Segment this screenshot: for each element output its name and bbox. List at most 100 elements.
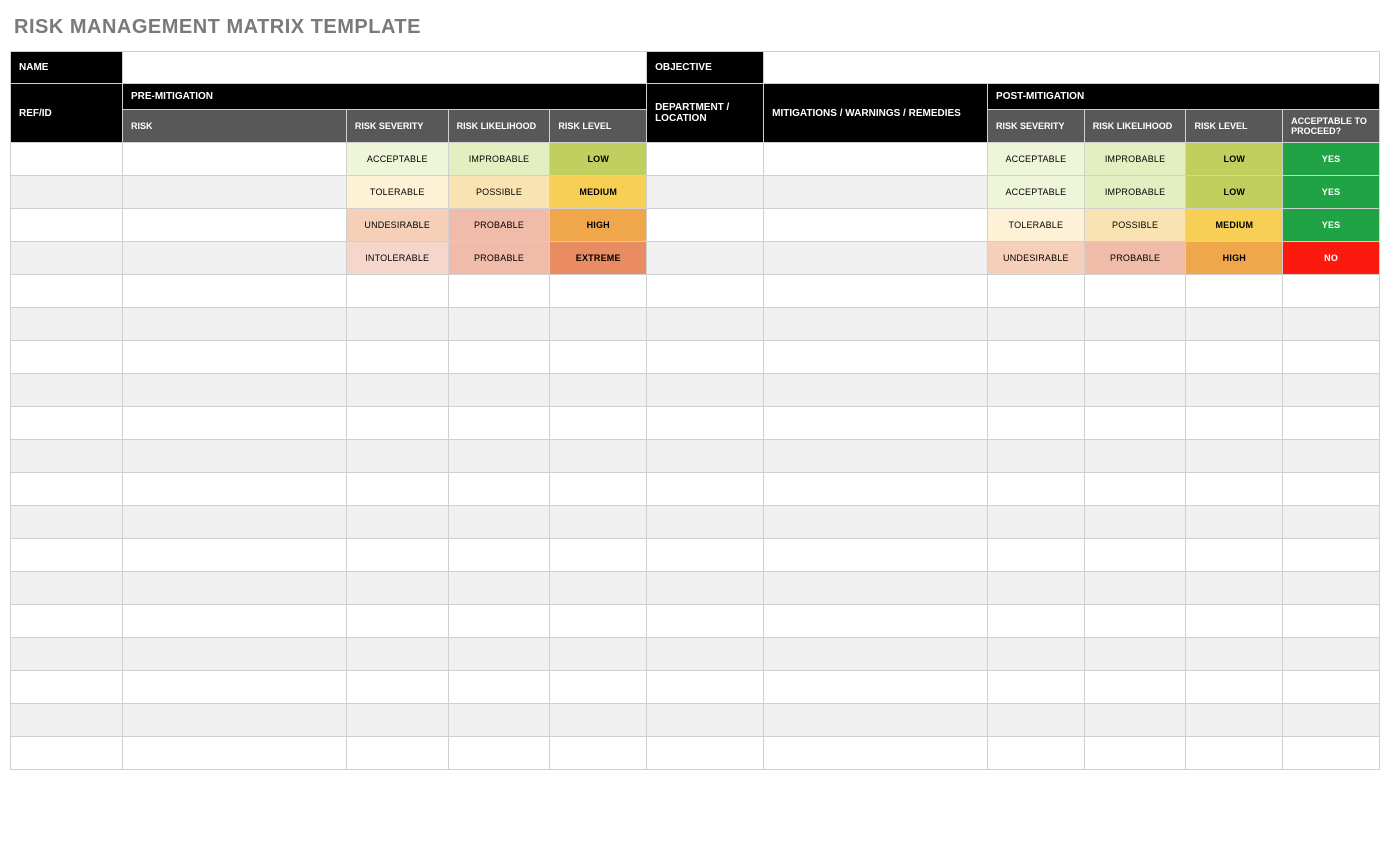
cell-proceed[interactable] — [1283, 374, 1380, 407]
cell-mitigations[interactable] — [764, 440, 988, 473]
cell-refid[interactable] — [11, 506, 123, 539]
cell-pre-level[interactable] — [550, 572, 647, 605]
cell-pre-likelihood[interactable]: POSSIBLE — [448, 176, 550, 209]
cell-mitigations[interactable] — [764, 704, 988, 737]
cell-post-likelihood[interactable] — [1084, 407, 1186, 440]
cell-pre-level[interactable] — [550, 605, 647, 638]
cell-post-likelihood[interactable] — [1084, 506, 1186, 539]
cell-risk[interactable] — [122, 275, 346, 308]
cell-refid[interactable] — [11, 572, 123, 605]
cell-post-likelihood[interactable] — [1084, 539, 1186, 572]
cell-post-severity[interactable]: TOLERABLE — [988, 209, 1085, 242]
cell-mitigations[interactable] — [764, 572, 988, 605]
cell-pre-likelihood[interactable] — [448, 704, 550, 737]
cell-pre-level[interactable] — [550, 341, 647, 374]
cell-refid[interactable] — [11, 209, 123, 242]
cell-post-level[interactable] — [1186, 638, 1283, 671]
cell-mitigations[interactable] — [764, 473, 988, 506]
cell-post-severity[interactable] — [988, 737, 1085, 770]
cell-pre-likelihood[interactable] — [448, 440, 550, 473]
cell-pre-severity[interactable] — [346, 605, 448, 638]
cell-risk[interactable] — [122, 737, 346, 770]
cell-pre-level[interactable] — [550, 671, 647, 704]
cell-pre-severity[interactable] — [346, 671, 448, 704]
cell-post-severity[interactable] — [988, 605, 1085, 638]
cell-pre-severity[interactable] — [346, 737, 448, 770]
cell-proceed[interactable] — [1283, 704, 1380, 737]
cell-risk[interactable] — [122, 440, 346, 473]
cell-pre-likelihood[interactable]: PROBABLE — [448, 242, 550, 275]
cell-risk[interactable] — [122, 506, 346, 539]
cell-department[interactable] — [647, 275, 764, 308]
cell-proceed[interactable] — [1283, 407, 1380, 440]
cell-post-severity[interactable] — [988, 638, 1085, 671]
cell-department[interactable] — [647, 143, 764, 176]
cell-post-likelihood[interactable] — [1084, 572, 1186, 605]
cell-mitigations[interactable] — [764, 308, 988, 341]
cell-post-severity[interactable] — [988, 440, 1085, 473]
cell-pre-level[interactable] — [550, 737, 647, 770]
cell-department[interactable] — [647, 374, 764, 407]
cell-post-likelihood[interactable] — [1084, 473, 1186, 506]
cell-post-severity[interactable] — [988, 407, 1085, 440]
cell-proceed[interactable] — [1283, 440, 1380, 473]
cell-pre-level[interactable] — [550, 539, 647, 572]
cell-pre-severity[interactable] — [346, 308, 448, 341]
cell-post-level[interactable] — [1186, 671, 1283, 704]
cell-pre-level[interactable] — [550, 506, 647, 539]
cell-department[interactable] — [647, 638, 764, 671]
cell-post-severity[interactable] — [988, 374, 1085, 407]
cell-department[interactable] — [647, 671, 764, 704]
cell-pre-likelihood[interactable]: PROBABLE — [448, 209, 550, 242]
cell-proceed[interactable] — [1283, 572, 1380, 605]
cell-pre-likelihood[interactable] — [448, 473, 550, 506]
cell-pre-severity[interactable]: INTOLERABLE — [346, 242, 448, 275]
cell-mitigations[interactable] — [764, 341, 988, 374]
cell-pre-likelihood[interactable] — [448, 407, 550, 440]
cell-post-likelihood[interactable] — [1084, 605, 1186, 638]
cell-mitigations[interactable] — [764, 638, 988, 671]
cell-refid[interactable] — [11, 737, 123, 770]
cell-proceed[interactable]: YES — [1283, 143, 1380, 176]
cell-refid[interactable] — [11, 374, 123, 407]
cell-proceed[interactable] — [1283, 506, 1380, 539]
cell-post-likelihood[interactable] — [1084, 638, 1186, 671]
cell-mitigations[interactable] — [764, 737, 988, 770]
cell-pre-severity[interactable] — [346, 539, 448, 572]
cell-department[interactable] — [647, 605, 764, 638]
cell-mitigations[interactable] — [764, 209, 988, 242]
cell-pre-severity[interactable]: UNDESIRABLE — [346, 209, 448, 242]
cell-proceed[interactable] — [1283, 275, 1380, 308]
cell-risk[interactable] — [122, 473, 346, 506]
cell-risk[interactable] — [122, 341, 346, 374]
cell-risk[interactable] — [122, 242, 346, 275]
cell-mitigations[interactable] — [764, 671, 988, 704]
cell-refid[interactable] — [11, 308, 123, 341]
cell-refid[interactable] — [11, 605, 123, 638]
cell-refid[interactable] — [11, 638, 123, 671]
cell-mitigations[interactable] — [764, 275, 988, 308]
cell-pre-severity[interactable] — [346, 704, 448, 737]
cell-post-likelihood[interactable]: PROBABLE — [1084, 242, 1186, 275]
cell-refid[interactable] — [11, 143, 123, 176]
cell-pre-likelihood[interactable] — [448, 539, 550, 572]
cell-refid[interactable] — [11, 242, 123, 275]
cell-post-level[interactable] — [1186, 440, 1283, 473]
cell-proceed[interactable] — [1283, 308, 1380, 341]
cell-post-level[interactable] — [1186, 275, 1283, 308]
cell-pre-level[interactable] — [550, 473, 647, 506]
cell-post-level[interactable]: LOW — [1186, 176, 1283, 209]
cell-pre-likelihood[interactable] — [448, 374, 550, 407]
header-name-value[interactable] — [122, 52, 646, 84]
cell-mitigations[interactable] — [764, 143, 988, 176]
cell-department[interactable] — [647, 737, 764, 770]
cell-post-level[interactable] — [1186, 605, 1283, 638]
cell-pre-severity[interactable] — [346, 572, 448, 605]
cell-mitigations[interactable] — [764, 506, 988, 539]
cell-proceed[interactable] — [1283, 737, 1380, 770]
cell-post-likelihood[interactable] — [1084, 671, 1186, 704]
cell-risk[interactable] — [122, 704, 346, 737]
cell-refid[interactable] — [11, 275, 123, 308]
cell-pre-severity[interactable] — [346, 275, 448, 308]
cell-department[interactable] — [647, 440, 764, 473]
